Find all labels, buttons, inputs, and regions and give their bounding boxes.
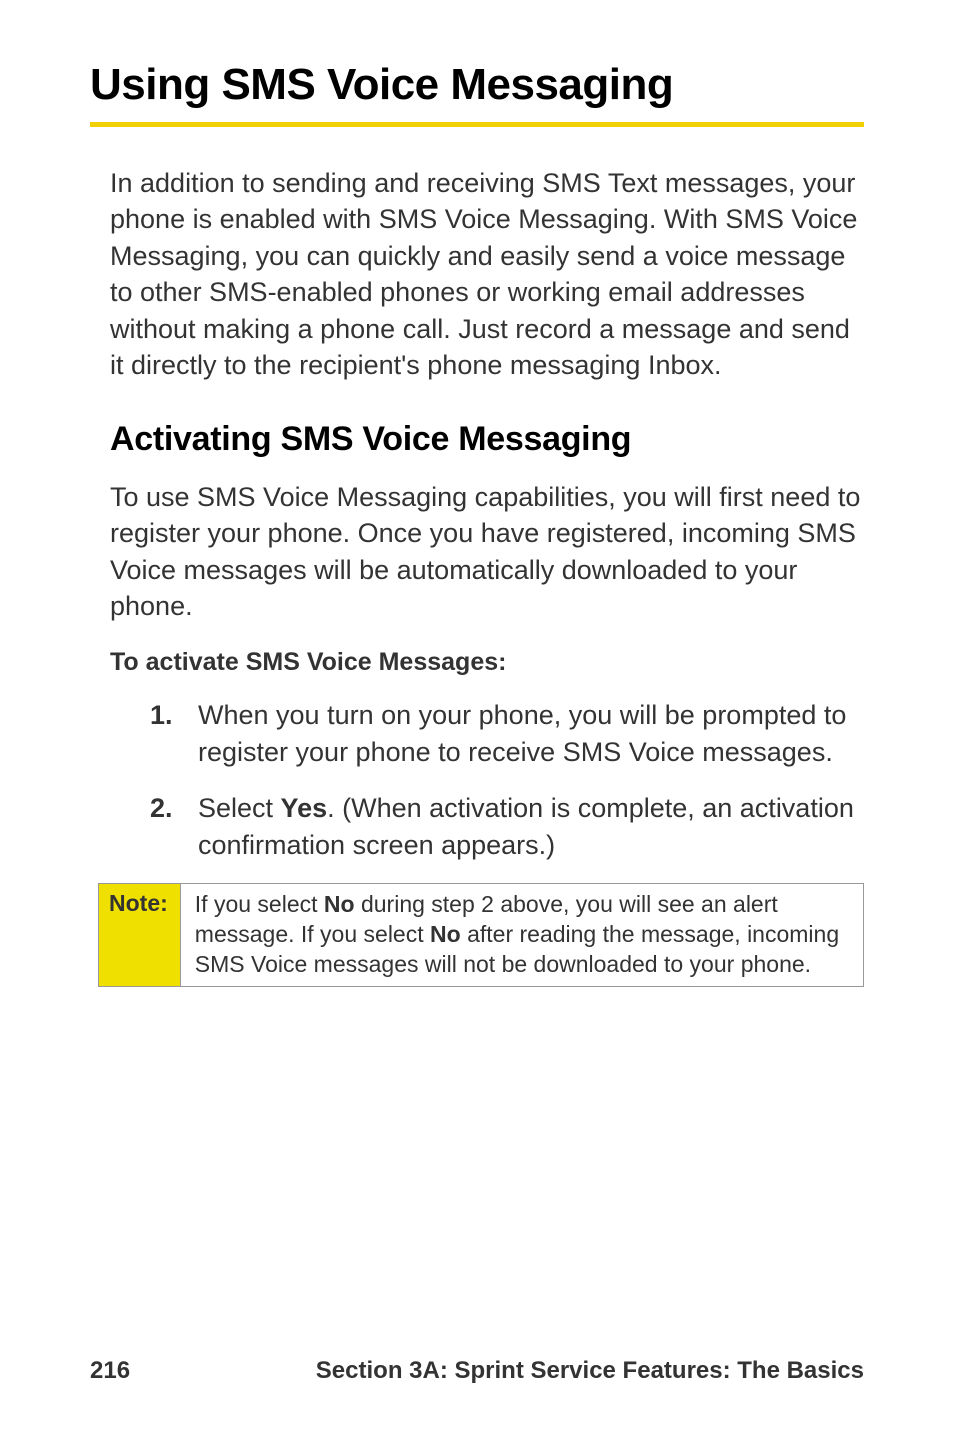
list-text: When you turn on your phone, you will be…	[198, 697, 864, 770]
body-paragraph: To use SMS Voice Messaging capabilities,…	[110, 479, 864, 625]
list-number: 1.	[150, 697, 198, 770]
list-number: 2.	[150, 790, 198, 863]
section-heading: Activating SMS Voice Messaging	[110, 420, 864, 459]
note-label: Note:	[99, 884, 181, 986]
section-label: Section 3A: Sprint Service Features: The…	[316, 1357, 864, 1385]
text-fragment: If you select	[195, 891, 324, 917]
page-number: 216	[90, 1357, 130, 1385]
procedure-heading: To activate SMS Voice Messages:	[110, 648, 864, 677]
bold-text: No	[324, 891, 355, 917]
bold-text: Yes	[281, 793, 328, 823]
list-item: 2. Select Yes. (When activation is compl…	[150, 790, 864, 863]
text-fragment: Select	[198, 793, 281, 823]
heading-underline	[90, 122, 864, 127]
ordered-list: 1. When you turn on your phone, you will…	[150, 697, 864, 863]
note-content: If you select No during step 2 above, yo…	[181, 884, 863, 986]
list-item: 1. When you turn on your phone, you will…	[150, 697, 864, 770]
page-title: Using SMS Voice Messaging	[90, 60, 864, 110]
intro-paragraph: In addition to sending and receiving SMS…	[110, 165, 864, 384]
page-footer: 216 Section 3A: Sprint Service Features:…	[90, 1357, 864, 1385]
note-box: Note: If you select No during step 2 abo…	[98, 883, 864, 987]
list-text: Select Yes. (When activation is complete…	[198, 790, 864, 863]
bold-text: No	[430, 921, 461, 947]
